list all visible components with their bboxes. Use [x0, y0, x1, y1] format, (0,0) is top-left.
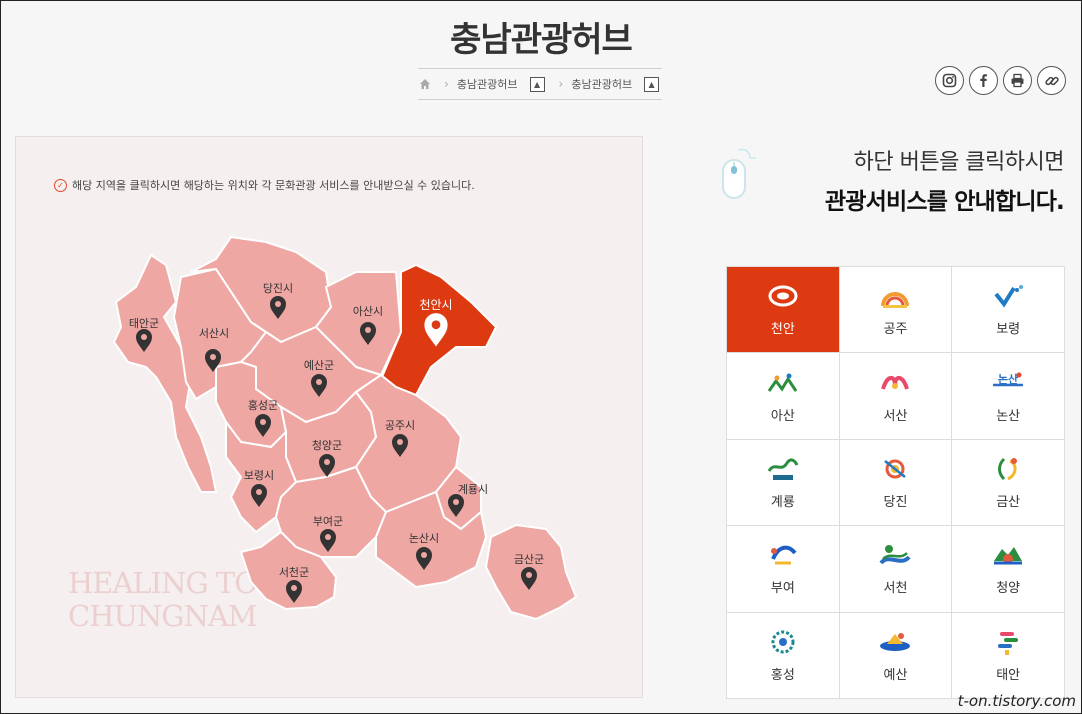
region-label-gongju: 공주시 — [385, 419, 415, 432]
cheonan-logo-icon — [768, 285, 798, 307]
service-button-11[interactable]: 서천 — [839, 526, 953, 613]
gongju-logo-icon — [881, 292, 910, 309]
service-button-3[interactable]: 보령 — [952, 267, 1065, 354]
region-label-cheongyang: 청양군 — [312, 439, 342, 452]
service-label: 서산 — [883, 408, 908, 424]
region-label-hongseong: 홍성군 — [248, 398, 278, 412]
service-button-4[interactable]: 아산 — [727, 353, 840, 440]
asan-logo-icon — [767, 373, 798, 392]
taean-logo-icon — [998, 631, 1019, 655]
region-label-nonsan: 논산시 — [409, 532, 439, 545]
service-label: 청양 — [996, 581, 1021, 597]
service-button-13[interactable]: 홍성 — [727, 612, 840, 699]
service-button-9[interactable]: 금산 — [952, 439, 1065, 527]
region-label-buyeo: 부여군 — [313, 515, 343, 528]
link-icon[interactable] — [1037, 66, 1066, 95]
region-label-cheonan: 천안시 — [419, 297, 452, 312]
guide-line-2: 관광서비스를 안내합니다. — [824, 189, 1065, 215]
seosan-logo-icon — [881, 375, 910, 390]
cheongyang-logo-icon — [994, 547, 1023, 565]
service-label: 당진 — [883, 494, 908, 510]
guide-line-1: 하단 버튼을 클릭하시면 — [853, 150, 1065, 175]
share-buttons — [935, 66, 1066, 95]
service-label: 서천 — [883, 581, 908, 597]
chevron-right-icon: › — [444, 77, 449, 91]
geumsan-logo-icon — [998, 457, 1018, 481]
region-label-gyeryong: 계룡시 — [458, 483, 488, 496]
breadcrumb-item-2[interactable]: 충남관광허브 — [571, 76, 632, 92]
service-button-14[interactable]: 예산 — [839, 612, 953, 699]
service-button-8[interactable]: 당진 — [839, 439, 953, 527]
breadcrumb-item-1[interactable]: 충남관광허브 — [457, 76, 518, 92]
service-button-10[interactable]: 부여 — [727, 526, 840, 613]
service-label: 부여 — [770, 581, 795, 597]
breadcrumb: › 충남관광허브 ▲ › 충남관광허브 ▲ — [418, 68, 662, 100]
credit-text: t-on.tistory.com — [957, 692, 1076, 710]
service-label: 계룡 — [770, 494, 795, 510]
chevron-up-icon[interactable]: ▲ — [529, 76, 545, 92]
service-button-7[interactable]: 계룡 — [727, 439, 840, 527]
page-title: 충남관광허브 — [450, 20, 633, 60]
facebook-icon[interactable] — [969, 66, 998, 95]
region-label-dangjin: 당진시 — [263, 282, 293, 295]
chungnam-map: 태안군서산시 당진시아산시 천안시예산군홍성군청양군 공주시보령시계룡시부여군논산시금… — [112, 235, 578, 621]
seocheon-logo-icon — [879, 545, 912, 565]
region-label-seosan: 서산시 — [199, 327, 229, 340]
service-label: 홍성 — [770, 667, 795, 683]
service-button-5[interactable]: 서산 — [839, 353, 953, 440]
service-button-6[interactable]: 논산 논산 — [952, 353, 1065, 440]
region-label-seocheon: 서천군 — [279, 565, 309, 579]
service-label: 천안 — [770, 322, 795, 338]
print-icon[interactable] — [1003, 66, 1032, 95]
service-label: 논산 — [996, 408, 1021, 424]
service-grid: 천안 공주 보령 아산 서산 논산 논산 계룡 당진 금산 부여 서천 청양 홍성 예산 태안 — [726, 266, 1065, 699]
service-label: 금산 — [996, 494, 1021, 510]
service-button-2[interactable]: 공주 — [839, 267, 953, 354]
service-label: 태안 — [996, 667, 1021, 683]
service-label: 공주 — [883, 322, 908, 338]
buyeo-logo-icon — [770, 546, 797, 565]
gyeryong-logo-icon — [767, 458, 799, 480]
yesan-logo-icon — [880, 632, 911, 651]
hongseong-logo-icon — [771, 630, 795, 654]
guide-text: 하단 버튼을 클릭하시면 관광서비스를 안내합니다. — [824, 144, 1065, 216]
instagram-icon[interactable] — [935, 66, 964, 95]
service-button-15[interactable]: 태안 — [952, 612, 1065, 699]
nonsan-logo-icon: 논산 — [993, 372, 1024, 386]
chevron-up-icon[interactable]: ▲ — [644, 76, 660, 92]
mouse-icon — [722, 148, 756, 199]
svg-text:논산: 논산 — [998, 372, 1018, 386]
chevron-right-icon: › — [558, 77, 564, 91]
boryeong-logo-icon — [994, 285, 1024, 308]
service-label: 아산 — [770, 408, 795, 424]
service-label: 보령 — [996, 322, 1021, 338]
service-button-12[interactable]: 청양 — [952, 526, 1065, 613]
region-label-boryeong: 보령시 — [244, 469, 274, 482]
service-label: 예산 — [883, 667, 908, 683]
region-label-geumsan: 금산군 — [514, 553, 544, 566]
service-button-1[interactable]: 천안 — [727, 267, 840, 354]
home-icon[interactable] — [418, 77, 432, 91]
region-label-asan: 아산시 — [353, 305, 383, 318]
region-label-yesan: 예산군 — [304, 359, 334, 372]
dangjin-logo-icon — [884, 459, 907, 479]
map-panel: ✓ 해당 지역을 클릭하시면 해당하는 위치와 각 문화관광 서비스를 안내받으… — [15, 136, 643, 698]
region-label-taean: 태안군 — [129, 317, 159, 330]
